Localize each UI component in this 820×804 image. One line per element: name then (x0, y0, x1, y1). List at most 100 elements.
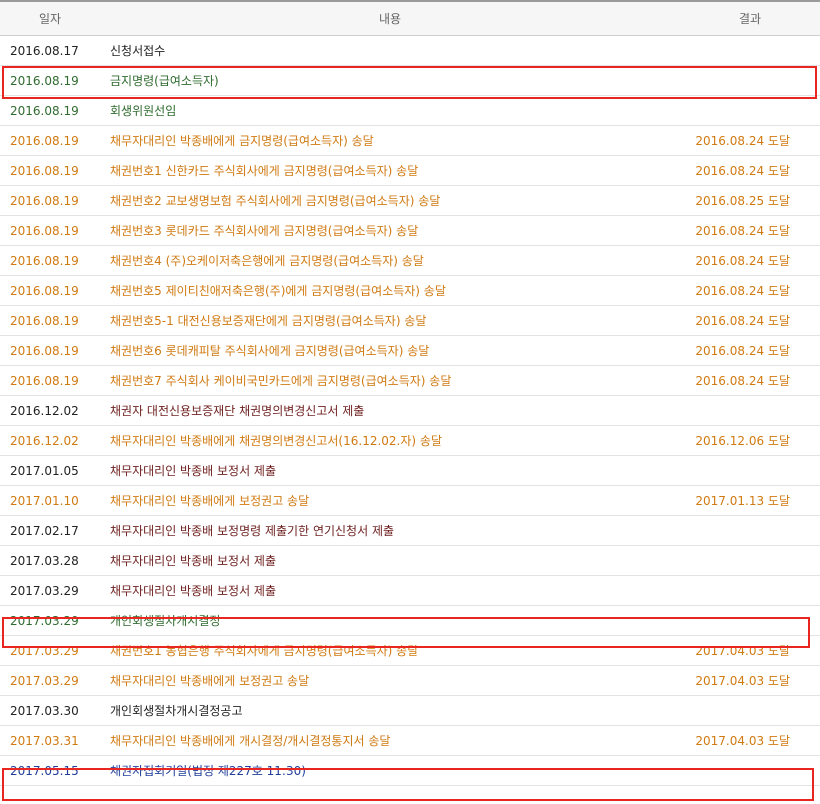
row-date: 2017.03.31 (0, 725, 100, 756)
table-row: 2017.01.05 채무자대리인 박종배 보정서 제출 (0, 455, 820, 486)
row-content: 개인회생절차개시결정 (100, 605, 680, 636)
row-date: 2016.08.19 (0, 65, 100, 96)
row-result (680, 575, 820, 606)
row-date: 2016.08.17 (0, 35, 100, 66)
table-body: 2016.08.17 신청서접수 2016.08.19 금지명령(급여소득자) … (0, 35, 820, 786)
table-row: 2016.12.02 채권자 대전신용보증재단 채권명의변경신고서 제출 (0, 395, 820, 426)
row-date: 2017.03.28 (0, 545, 100, 576)
table-row: 2016.08.19 채권번호2 교보생명보험 주식회사에게 금지명령(급여소득… (0, 185, 820, 216)
table-row: 2016.08.19 채권번호1 신한카드 주식회사에게 금지명령(급여소득자)… (0, 155, 820, 186)
row-date: 2016.08.19 (0, 245, 100, 276)
table-row: 2017.02.17 채무자대리인 박종배 보정명령 제출기한 연기신청서 제출 (0, 515, 820, 546)
row-date: 2017.03.29 (0, 665, 100, 696)
row-result: 2016.08.24 도달 (680, 125, 820, 156)
table-row: 2016.08.19 채권번호5-1 대전신용보증재단에게 금지명령(급여소득자… (0, 305, 820, 336)
row-content: 채권번호5-1 대전신용보증재단에게 금지명령(급여소득자) 송달 (100, 305, 680, 336)
row-content: 채권자집회기일(법정 제227호 11:30) (100, 755, 680, 786)
table-row: 2016.08.19 채권번호5 제이티친애저축은행(주)에게 금지명령(급여소… (0, 275, 820, 306)
row-content: 채권번호2 교보생명보험 주식회사에게 금지명령(급여소득자) 송달 (100, 185, 680, 216)
row-content: 채무자대리인 박종배에게 보정권고 송달 (100, 485, 680, 516)
row-content: 채권번호5 제이티친애저축은행(주)에게 금지명령(급여소득자) 송달 (100, 275, 680, 306)
row-content: 채권번호7 주식회사 케이비국민카드에게 금지명령(급여소득자) 송달 (100, 365, 680, 396)
row-result: 2016.08.24 도달 (680, 365, 820, 396)
table-row: 2016.08.19 채권번호3 롯데카드 주식회사에게 금지명령(급여소득자)… (0, 215, 820, 246)
table-row: 2016.08.19 회생위원선임 (0, 95, 820, 126)
row-date: 2016.12.02 (0, 425, 100, 456)
row-result: 2016.12.06 도달 (680, 425, 820, 456)
row-date: 2017.05.15 (0, 755, 100, 786)
table-row: 2016.08.19 채무자대리인 박종배에게 금지명령(급여소득자) 송달 2… (0, 125, 820, 156)
row-result (680, 455, 820, 486)
row-content: 채권번호4 (주)오케이저축은행에게 금지명령(급여소득자) 송달 (100, 245, 680, 276)
row-result (680, 515, 820, 546)
row-content: 채무자대리인 박종배에게 금지명령(급여소득자) 송달 (100, 125, 680, 156)
row-content: 채무자대리인 박종배 보정서 제출 (100, 575, 680, 606)
row-date: 2016.08.19 (0, 155, 100, 186)
row-result (680, 695, 820, 726)
row-content: 회생위원선임 (100, 95, 680, 126)
row-result: 2016.08.24 도달 (680, 305, 820, 336)
table-row: 2017.01.10 채무자대리인 박종배에게 보정권고 송달 2017.01.… (0, 485, 820, 516)
header-result: 결과 (680, 0, 820, 36)
row-result (680, 605, 820, 636)
table-row: 2017.03.29 개인회생절차개시결정 (0, 605, 820, 636)
table-row: 2017.05.15 채권자집회기일(법정 제227호 11:30) (0, 755, 820, 786)
row-date: 2017.02.17 (0, 515, 100, 546)
row-content: 채무자대리인 박종배 보정서 제출 (100, 455, 680, 486)
row-content: 채권번호1 농협은행 주식회사에게 금지명령(급여소득자) 송달 (100, 635, 680, 666)
table-row: 2017.03.29 채무자대리인 박종배에게 보정권고 송달 2017.04.… (0, 665, 820, 696)
table-row: 2016.08.19 금지명령(급여소득자) (0, 65, 820, 96)
row-date: 2016.12.02 (0, 395, 100, 426)
row-date: 2017.03.29 (0, 635, 100, 666)
table-row: 2017.03.30 개인회생절차개시결정공고 (0, 695, 820, 726)
row-content: 채권번호6 롯데캐피탈 주식회사에게 금지명령(급여소득자) 송달 (100, 335, 680, 366)
table-row: 2016.08.19 채권번호4 (주)오케이저축은행에게 금지명령(급여소득자… (0, 245, 820, 276)
row-result (680, 35, 820, 66)
row-result: 2016.08.24 도달 (680, 215, 820, 246)
row-result (680, 395, 820, 426)
row-date: 2016.08.19 (0, 335, 100, 366)
row-result: 2016.08.24 도달 (680, 155, 820, 186)
row-content: 채무자대리인 박종배에게 채권명의변경신고서(16.12.02.자) 송달 (100, 425, 680, 456)
row-content: 채무자대리인 박종배 보정명령 제출기한 연기신청서 제출 (100, 515, 680, 546)
row-result: 2017.04.03 도달 (680, 665, 820, 696)
table-header: 일자 내용 결과 (0, 0, 820, 36)
row-result (680, 95, 820, 126)
row-date: 2017.01.10 (0, 485, 100, 516)
header-content: 내용 (100, 0, 680, 36)
row-content: 채권번호1 신한카드 주식회사에게 금지명령(급여소득자) 송달 (100, 155, 680, 186)
row-content: 신청서접수 (100, 35, 680, 66)
row-content: 채권번호3 롯데카드 주식회사에게 금지명령(급여소득자) 송달 (100, 215, 680, 246)
row-result: 2017.04.03 도달 (680, 635, 820, 666)
row-result: 2016.08.25 도달 (680, 185, 820, 216)
row-result (680, 65, 820, 96)
row-content: 금지명령(급여소득자) (100, 65, 680, 96)
row-date: 2016.08.19 (0, 125, 100, 156)
row-content: 채권자 대전신용보증재단 채권명의변경신고서 제출 (100, 395, 680, 426)
row-date: 2017.03.29 (0, 575, 100, 606)
row-content: 채무자대리인 박종배에게 개시결정/개시결정통지서 송달 (100, 725, 680, 756)
row-result: 2016.08.24 도달 (680, 335, 820, 366)
case-progress-table: 일자 내용 결과 2016.08.17 신청서접수 2016.08.19 금지명… (0, 0, 820, 786)
header-row: 일자 내용 결과 (0, 0, 820, 36)
row-date: 2017.03.30 (0, 695, 100, 726)
row-date: 2016.08.19 (0, 305, 100, 336)
table-row: 2017.03.29 채무자대리인 박종배 보정서 제출 (0, 575, 820, 606)
row-date: 2017.01.05 (0, 455, 100, 486)
row-date: 2016.08.19 (0, 275, 100, 306)
table-row: 2017.03.29 채권번호1 농협은행 주식회사에게 금지명령(급여소득자)… (0, 635, 820, 666)
row-date: 2016.08.19 (0, 215, 100, 246)
row-result (680, 545, 820, 576)
row-date: 2016.08.19 (0, 95, 100, 126)
row-date: 2016.08.19 (0, 365, 100, 396)
table-row: 2017.03.31 채무자대리인 박종배에게 개시결정/개시결정통지서 송달 … (0, 725, 820, 756)
row-date: 2017.03.29 (0, 605, 100, 636)
case-progress-view: 일자 내용 결과 2016.08.17 신청서접수 2016.08.19 금지명… (0, 0, 820, 804)
row-result: 2017.01.13 도달 (680, 485, 820, 516)
row-date: 2016.08.19 (0, 185, 100, 216)
table-row: 2016.08.19 채권번호6 롯데캐피탈 주식회사에게 금지명령(급여소득자… (0, 335, 820, 366)
row-content: 채무자대리인 박종배에게 보정권고 송달 (100, 665, 680, 696)
row-result: 2016.08.24 도달 (680, 245, 820, 276)
table-row: 2017.03.28 채무자대리인 박종배 보정서 제출 (0, 545, 820, 576)
row-result: 2016.08.24 도달 (680, 275, 820, 306)
